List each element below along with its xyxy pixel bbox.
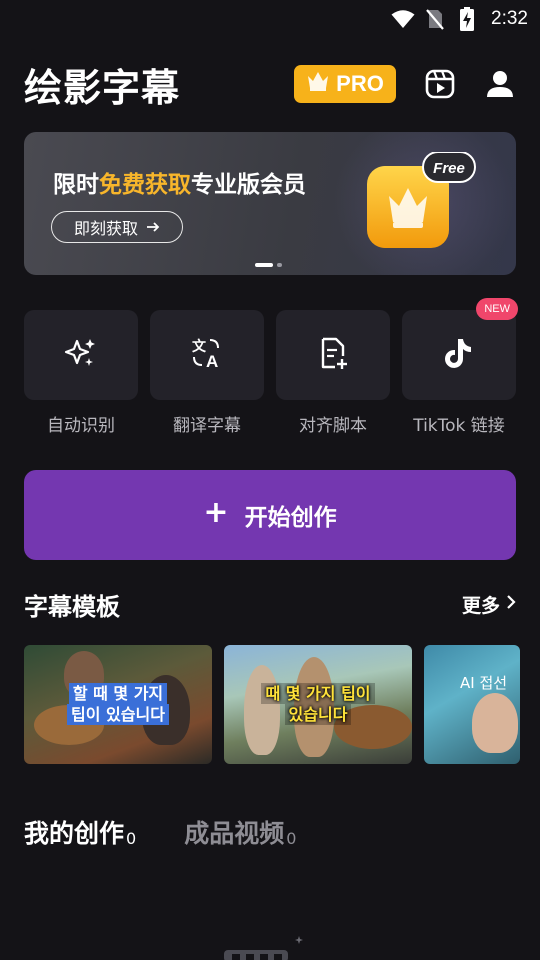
arrow-right-icon [146,218,160,237]
pro-button[interactable]: PRO [294,65,396,103]
sparkle-icon [64,336,98,374]
carousel-indicator [255,263,282,267]
tab-count: 0 [126,829,137,848]
template-card[interactable]: 때 몇 가지 팁이 있습니다 [224,645,412,764]
new-badge: NEW [476,298,518,320]
document-add-icon [316,336,350,374]
tool-grid: 自动识别 文A 翻译字幕 对齐脚本 TikTok 链接 NEW [24,298,518,440]
battery-charging-icon [455,7,479,31]
status-bar: 2:32 [0,0,540,38]
chevron-right-icon [506,593,516,615]
template-caption: 할 때 몇 가지 팁이 있습니다 [24,683,212,725]
app-header: 绘影字幕 PRO [24,58,516,110]
pro-label: PRO [336,71,384,96]
tool-tiktok-link[interactable]: TikTok 链接 NEW [402,298,518,440]
start-creating-button[interactable]: + 开始创作 [24,470,516,560]
banner-text-prefix: 限时 [53,172,99,198]
no-sim-icon [423,7,447,31]
tiktok-icon [444,336,474,374]
template-caption-line: 때 몇 가지 팁이 [261,683,375,704]
tab-label: 成品视频 [184,819,285,848]
templates-header: 字幕模板 更多 [24,584,516,624]
video-library-icon[interactable] [424,68,456,100]
start-creating-label: 开始创作 [244,505,337,531]
tab-my-creations[interactable]: 我的创作 0 [24,814,136,850]
banner-headline: 限时免费获取专业版会员 [53,165,306,199]
promo-banner[interactable]: 限时免费获取专业版会员 即刻获取 Free [24,132,516,275]
template-caption-line: 팁이 있습니다 [67,704,169,725]
svg-text:文: 文 [192,338,207,355]
works-tabs: 我的创作 0 成品视频 0 [24,810,296,850]
tool-align-script-tile[interactable] [276,310,390,400]
more-link[interactable]: 更多 [462,591,516,618]
free-badge-label: Free [433,160,465,177]
tool-label: 翻译字幕 [173,416,241,436]
template-caption-line: 있습니다 [284,704,352,725]
template-caption: 때 몇 가지 팁이 있습니다 [224,683,412,725]
tool-auto-recognize-tile[interactable] [24,310,138,400]
tab-count: 0 [286,829,297,848]
tool-translate-subtitles[interactable]: 文A 翻译字幕 [150,310,264,440]
claim-now-button[interactable]: 即刻获取 [51,211,183,243]
wifi-icon [391,7,415,31]
tool-label: TikTok 链接 [413,416,505,436]
template-card[interactable]: 할 때 몇 가지 팁이 있습니다 [24,645,212,764]
tool-label: 自动识别 [47,416,115,436]
carousel-dot [277,263,282,267]
tool-label: 对齐脚本 [299,416,367,436]
svg-text:A: A [206,352,218,370]
translate-icon: 文A [190,336,224,374]
empty-state-illustration [224,936,303,960]
template-caption: AI 접선 [460,673,520,694]
template-caption-line: 할 때 몇 가지 [68,683,168,704]
banner-text-highlight: 免费获取 [99,172,191,198]
template-caption-line: AI 접선 [460,674,508,692]
tab-finished-videos[interactable]: 成品视频 0 [184,814,296,850]
header-actions: PRO [294,65,516,103]
crown-icon [306,70,330,98]
app-title: 绘影字幕 [24,65,181,110]
template-card[interactable]: AI 접선 [424,645,520,764]
status-time: 2:32 [491,8,528,29]
banner-text-suffix: 专业版会员 [191,172,306,198]
tool-translate-tile[interactable]: 文A [150,310,264,400]
person-figure [472,693,518,753]
tool-auto-recognize[interactable]: 自动识别 [24,310,138,440]
template-list: 할 때 몇 가지 팁이 있습니다 때 몇 가지 팁이 있습니다 AI 접선 [24,645,540,765]
tab-label: 我的创作 [24,819,125,848]
more-label: 更多 [461,594,500,617]
plus-icon: + [203,495,229,530]
templates-title: 字幕模板 [24,592,120,621]
carousel-dot-active [255,263,273,267]
claim-now-label: 即刻获取 [73,219,138,238]
crown-badge-icon: Free [367,152,476,248]
profile-icon[interactable] [484,68,516,100]
tool-align-script[interactable]: 对齐脚本 [276,310,390,440]
tool-tiktok-tile[interactable] [402,310,516,400]
